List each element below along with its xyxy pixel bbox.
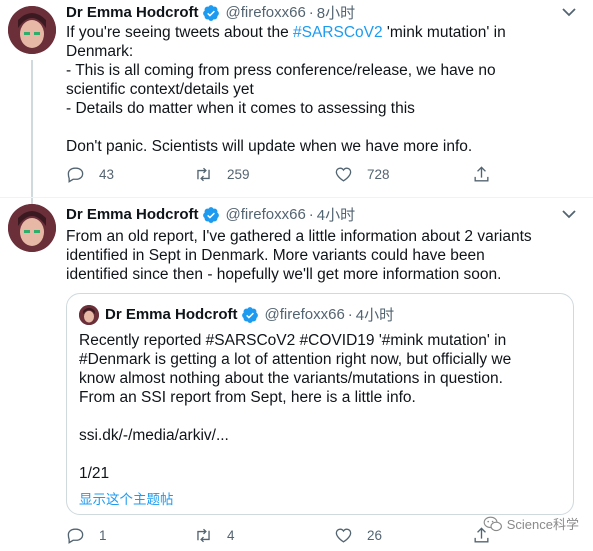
tweet-text-line: - Details do matter when it comes to ass…: [66, 100, 415, 117]
separator-dot: ·: [308, 4, 314, 21]
hashtag-link[interactable]: #SARSCoV2: [293, 24, 383, 41]
retweet-count: 4: [227, 528, 235, 543]
tweet-text-line: Don't panic. Scientists will update when…: [66, 138, 473, 155]
reply-count: 1: [99, 528, 107, 543]
retweet-button[interactable]: 259: [194, 165, 250, 184]
tweet-text: If you're seeing tweets about the #SARSC…: [66, 23, 586, 156]
thread-connector-line: [31, 60, 33, 204]
tweet-text-line: scientific context/details yet: [66, 81, 254, 98]
retweet-count: 259: [227, 167, 250, 182]
author-name[interactable]: Dr Emma Hodcroft: [66, 4, 199, 21]
share-button[interactable]: [472, 165, 505, 184]
author-name: Dr Emma Hodcroft: [105, 306, 238, 323]
like-icon: [335, 167, 352, 182]
quoted-tweet-card[interactable]: Dr Emma Hodcroft @firefoxx66 · 4小时 Recen…: [66, 293, 574, 515]
show-thread-link[interactable]: 显示这个主题帖: [79, 488, 174, 508]
tweet-text-line: - This is all coming from press conferen…: [66, 62, 496, 79]
author-name[interactable]: Dr Emma Hodcroft: [66, 206, 199, 223]
like-count: 26: [367, 528, 383, 543]
tweet-header: Dr Emma Hodcroft @firefoxx66 · 8小时: [66, 2, 355, 23]
timestamp[interactable]: 4小时: [317, 204, 355, 225]
tweet-text: From an old report, I've gathered a litt…: [66, 227, 586, 284]
reply-icon: [67, 167, 84, 183]
verified-badge-icon: [202, 4, 219, 21]
separator-dot: ·: [308, 206, 314, 223]
verified-badge-icon: [241, 306, 258, 323]
tweet-text-line: If you're seeing tweets about the #SARSC…: [66, 24, 506, 41]
retweet-icon: [197, 528, 210, 543]
separator-dot: ·: [347, 306, 353, 323]
quoted-tweet-body: Recently reported #SARSCoV2 #COVID19 '#m…: [79, 332, 512, 406]
tweet-text-line: [66, 118, 586, 137]
more-icon[interactable]: [559, 206, 579, 222]
reply-icon: [67, 528, 84, 544]
like-icon: [335, 528, 352, 543]
avatar: [79, 304, 99, 325]
reply-count: 43: [99, 167, 115, 182]
quoted-tweet-text: Recently reported #SARSCoV2 #COVID19 '#m…: [79, 331, 559, 483]
timestamp[interactable]: 8小时: [317, 2, 355, 23]
action-bar: 43 259 728: [66, 165, 566, 187]
tweet-divider: [0, 197, 593, 198]
quoted-tweet-header: Dr Emma Hodcroft @firefoxx66 · 4小时: [79, 304, 394, 325]
author-handle[interactable]: @firefoxx66: [226, 4, 306, 21]
thread-counter: 1/21: [79, 465, 110, 482]
watermark: Science科学: [483, 514, 579, 533]
retweet-button[interactable]: 4: [194, 526, 235, 545]
tweet-text-line: Denmark:: [66, 43, 134, 60]
avatar[interactable]: [8, 204, 56, 252]
verified-badge-icon: [202, 206, 219, 223]
watermark-text: Science科学: [506, 517, 579, 532]
like-count: 728: [367, 167, 390, 182]
like-button[interactable]: 26: [334, 526, 382, 545]
wechat-icon: [483, 516, 502, 531]
reply-button[interactable]: 43: [66, 165, 114, 184]
tweet-1[interactable]: Dr Emma Hodcroft @firefoxx66 · 8小时 If yo…: [0, 0, 593, 204]
tweet-header: Dr Emma Hodcroft @firefoxx66 · 4小时: [66, 204, 355, 225]
share-icon: [474, 166, 489, 182]
retweet-icon: [197, 167, 210, 182]
quoted-tweet-link: ssi.dk/-/media/arkiv/...: [79, 427, 229, 444]
avatar[interactable]: [8, 6, 56, 54]
author-handle: @firefoxx66: [264, 306, 345, 323]
tweet-text-content: From an old report, I've gathered a litt…: [66, 228, 532, 283]
reply-button[interactable]: 1: [66, 526, 107, 545]
more-icon[interactable]: [559, 4, 579, 20]
author-handle[interactable]: @firefoxx66: [226, 206, 306, 223]
timestamp: 4小时: [355, 307, 395, 324]
like-button[interactable]: 728: [334, 165, 390, 184]
